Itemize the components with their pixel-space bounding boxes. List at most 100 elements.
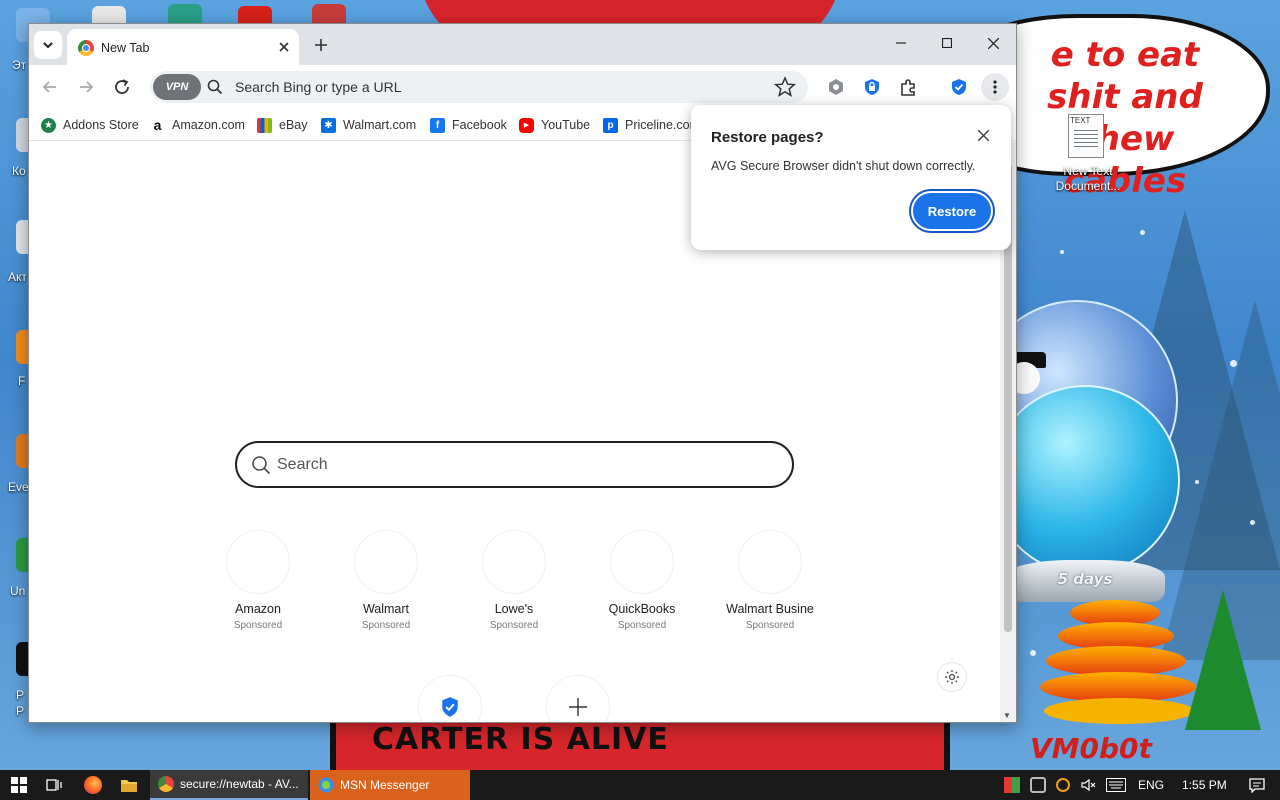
restore-pages-popup: Restore pages? AVG Secure Browser didn't… bbox=[691, 105, 1011, 250]
scroll-down-icon[interactable]: ▼ bbox=[1003, 711, 1011, 720]
shortcut-tile[interactable]: QuickBooks Sponsored bbox=[587, 530, 697, 640]
shortcut-avg-tile[interactable] bbox=[418, 675, 482, 722]
lock-shield-icon bbox=[865, 79, 879, 95]
shortcut-tile[interactable]: Amazon Sponsored bbox=[203, 530, 313, 640]
puzzle-icon bbox=[900, 78, 915, 96]
clock[interactable]: 1:55 PM bbox=[1182, 778, 1227, 792]
task-view-icon bbox=[46, 779, 62, 791]
search-icon bbox=[207, 79, 223, 95]
keyboard-icon[interactable] bbox=[1106, 778, 1126, 792]
plus-icon bbox=[569, 698, 587, 716]
popup-title: Restore pages? bbox=[711, 129, 824, 146]
bookmark-priceline[interactable]: p Priceline.com bbox=[603, 116, 700, 134]
privacy-extension-button[interactable] bbox=[860, 75, 884, 99]
desktop-icon-caption[interactable]: F bbox=[18, 374, 25, 388]
bookmark-star-icon[interactable] bbox=[774, 76, 796, 98]
wallpaper-banner-text: CARTER IS ALIVE bbox=[372, 722, 669, 757]
desktop-icon-caption[interactable]: P bbox=[16, 688, 24, 702]
desktop-icon-caption[interactable]: Ко bbox=[12, 164, 26, 178]
desktop-icon-caption[interactable]: P bbox=[16, 704, 24, 718]
shortcut-tile[interactable]: Lowe's Sponsored bbox=[459, 530, 569, 640]
desktop-icon-caption[interactable]: Un bbox=[10, 584, 25, 598]
search-icon bbox=[252, 456, 271, 475]
customize-page-button[interactable] bbox=[937, 662, 967, 692]
snowflake bbox=[1230, 360, 1237, 367]
shortcut-name: Walmart Busine bbox=[726, 602, 814, 616]
firefox-taskbar-button[interactable] bbox=[78, 770, 108, 800]
spring-coil bbox=[1044, 698, 1194, 724]
restore-button[interactable]: Restore bbox=[911, 191, 993, 231]
shortcut-sponsored-label: Sponsored bbox=[233, 620, 283, 631]
forward-button[interactable] bbox=[71, 72, 101, 102]
maximize-button[interactable] bbox=[924, 24, 970, 62]
shortcut-sponsored-label: Sponsored bbox=[361, 620, 411, 631]
desktop-icon-caption[interactable]: Акт bbox=[8, 270, 27, 284]
browser-favicon-icon bbox=[158, 776, 174, 792]
close-icon bbox=[279, 42, 289, 52]
vpn-toggle[interactable]: VPN bbox=[153, 74, 201, 100]
language-indicator[interactable]: ENG bbox=[1138, 778, 1164, 792]
bookmark-addons-store[interactable]: ★ Addons Store bbox=[41, 116, 139, 134]
tray-network-icon[interactable] bbox=[1030, 777, 1046, 793]
bookmark-label: Amazon.com bbox=[172, 118, 245, 132]
watermark-text: VM0b0t bbox=[1030, 732, 1152, 765]
bookmark-ebay[interactable]: eBay bbox=[257, 116, 308, 134]
arrow-right-icon bbox=[80, 81, 94, 93]
extensions-button[interactable] bbox=[896, 75, 920, 99]
minimize-button[interactable] bbox=[878, 24, 924, 62]
walmart-icon: ✱ bbox=[321, 117, 336, 133]
text-file-lines bbox=[1074, 130, 1098, 150]
bookmark-youtube[interactable]: ▶ YouTube bbox=[519, 116, 590, 134]
taskbar-browser-task[interactable]: secure://newtab - AV... bbox=[150, 770, 308, 800]
hexagon-badge-icon bbox=[829, 79, 843, 95]
browser-favicon-icon bbox=[78, 40, 94, 56]
snowflake bbox=[1060, 250, 1064, 254]
taskbar-task-label: MSN Messenger bbox=[340, 778, 430, 792]
file-explorer-button[interactable] bbox=[114, 770, 144, 800]
shortcut-name: Amazon bbox=[235, 602, 281, 616]
search-input[interactable]: Search bbox=[235, 441, 794, 488]
bookmark-label: YouTube bbox=[541, 118, 591, 132]
reload-button[interactable] bbox=[107, 72, 137, 102]
shortcut-favicon bbox=[226, 530, 290, 594]
address-bar[interactable]: VPN Search Bing or type a URL bbox=[150, 71, 808, 103]
desktop-icon-caption[interactable]: Эт bbox=[12, 58, 26, 72]
shortcut-favicon bbox=[610, 530, 674, 594]
shield-check-icon bbox=[952, 79, 966, 95]
tab-close-button[interactable] bbox=[273, 36, 295, 58]
search-placeholder: Search bbox=[277, 456, 328, 473]
shield-check-icon bbox=[442, 697, 458, 717]
bookmark-facebook[interactable]: f Facebook bbox=[430, 116, 507, 134]
bookmark-amazon[interactable]: a Amazon.com bbox=[150, 116, 245, 134]
close-window-button[interactable] bbox=[970, 24, 1016, 62]
bookmark-walmart[interactable]: ✱ Walmart.com bbox=[321, 116, 416, 134]
browser-window: New Tab VPN Search Bing or type a URL ★ … bbox=[28, 23, 1017, 723]
snowflake bbox=[1140, 230, 1145, 235]
add-shortcut-button[interactable] bbox=[546, 675, 610, 722]
avg-shield-button[interactable] bbox=[947, 75, 971, 99]
shortcut-name: Lowe's bbox=[494, 602, 534, 616]
taskbar-msn-task[interactable]: MSN Messenger bbox=[310, 770, 470, 800]
ebay-icon bbox=[257, 117, 272, 133]
avg-extension-button[interactable] bbox=[824, 75, 848, 99]
notification-icon[interactable] bbox=[1249, 777, 1265, 793]
back-button[interactable] bbox=[35, 72, 65, 102]
shortcut-tile[interactable]: Walmart Busine Sponsored bbox=[715, 530, 825, 640]
new-tab-button[interactable] bbox=[308, 32, 334, 58]
desktop-icon-caption[interactable]: Eve bbox=[8, 480, 29, 494]
task-view-button[interactable] bbox=[40, 770, 70, 800]
arrow-left-icon bbox=[42, 81, 56, 93]
chevron-down-icon bbox=[43, 42, 53, 49]
volume-muted-icon[interactable] bbox=[1080, 777, 1096, 793]
text-file-caption[interactable]: New Text Document... bbox=[1040, 164, 1136, 194]
text-file-tag: TEXT bbox=[1070, 116, 1091, 125]
shortcut-tile[interactable]: Walmart Sponsored bbox=[331, 530, 441, 640]
start-button[interactable] bbox=[0, 770, 38, 800]
tab-search-dropdown[interactable] bbox=[34, 31, 62, 59]
popup-close-button[interactable] bbox=[975, 127, 991, 143]
tray-search-icon[interactable] bbox=[1056, 778, 1070, 792]
shortcut-favicon bbox=[354, 530, 418, 594]
tab-new-tab[interactable]: New Tab bbox=[67, 29, 299, 65]
menu-button[interactable] bbox=[981, 73, 1009, 101]
tray-app-icon[interactable] bbox=[1004, 777, 1020, 793]
